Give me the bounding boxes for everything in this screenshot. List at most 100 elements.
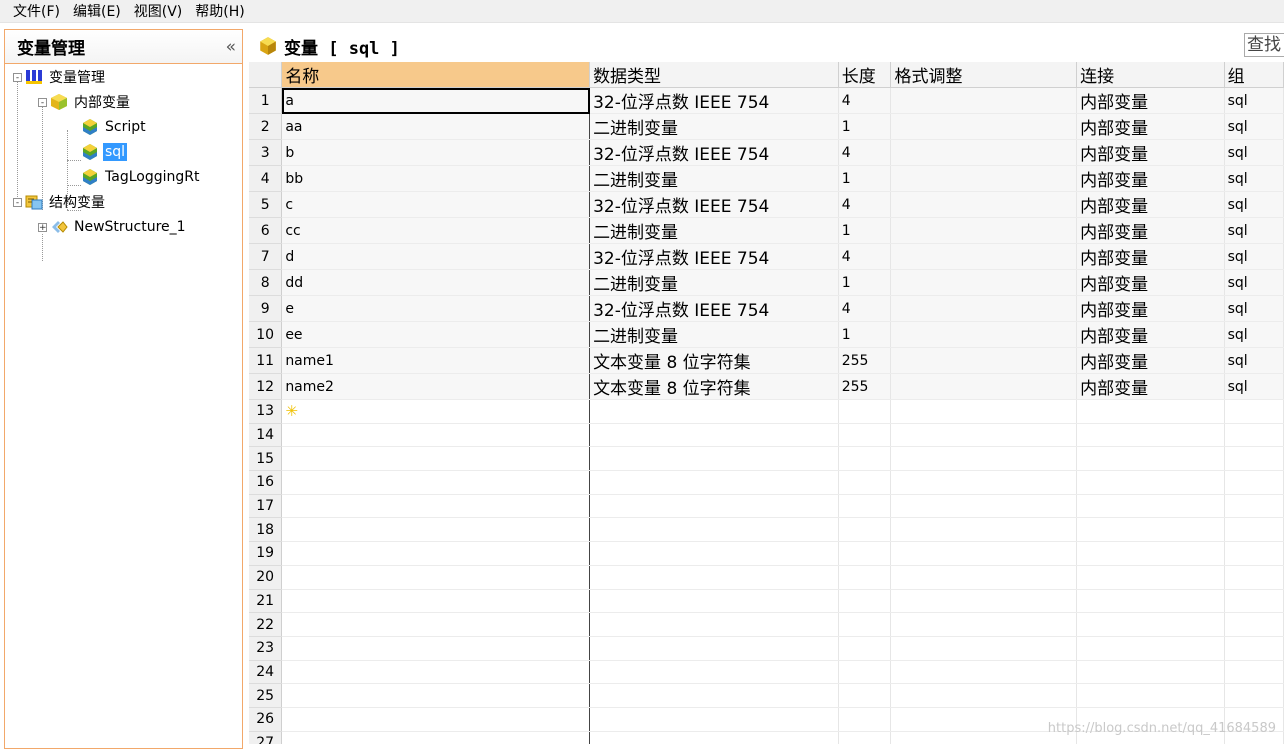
row-number[interactable]: 5 (249, 191, 283, 218)
corner-cell[interactable] (249, 62, 283, 88)
cell-connection[interactable]: 内部变量 (1076, 269, 1225, 296)
empty-cell[interactable] (838, 731, 892, 744)
cell-connection[interactable]: 内部变量 (1076, 87, 1225, 114)
table-row[interactable]: 17 (249, 494, 1284, 519)
row-number[interactable]: 18 (249, 517, 283, 543)
empty-cell[interactable] (1076, 541, 1225, 566)
cell-connection[interactable]: 内部变量 (1076, 217, 1225, 244)
cell-group[interactable]: sql (1224, 113, 1284, 140)
empty-cell[interactable] (281, 494, 591, 519)
table-row[interactable]: 24 (249, 660, 1284, 685)
empty-cell[interactable] (890, 683, 1078, 708)
cell-group[interactable]: sql (1224, 321, 1284, 348)
empty-cell[interactable] (281, 446, 591, 472)
cell-connection[interactable]: 内部变量 (1076, 191, 1225, 218)
cell-format[interactable] (890, 165, 1078, 192)
empty-cell[interactable] (1076, 565, 1225, 590)
empty-cell[interactable] (1224, 541, 1284, 566)
empty-cell[interactable] (281, 541, 591, 566)
empty-cell[interactable] (1076, 470, 1225, 495)
row-number[interactable]: 8 (249, 269, 283, 296)
empty-cell[interactable] (1224, 683, 1284, 708)
tree-item-taglogging[interactable]: TagLoggingRt (81, 166, 201, 188)
collapse-panel-icon[interactable]: « (226, 37, 236, 57)
cell-format[interactable] (890, 113, 1078, 140)
cell-connection[interactable]: 内部变量 (1076, 347, 1225, 374)
collapse-icon[interactable]: - (38, 97, 47, 107)
empty-cell[interactable] (281, 731, 591, 744)
column-header-format[interactable]: 格式调整 (890, 62, 1078, 88)
empty-cell[interactable] (589, 423, 839, 448)
empty-cell[interactable] (838, 470, 892, 495)
empty-cell[interactable] (1076, 494, 1225, 519)
tree-item-internal-tags[interactable]: - 内部变量 (38, 91, 132, 113)
table-row[interactable]: 23 (249, 636, 1284, 661)
tree-item-tag-management[interactable]: - 变量管理 (13, 66, 107, 88)
cell-name[interactable]: a (281, 87, 591, 114)
empty-cell[interactable] (589, 517, 839, 543)
table-row[interactable]: 20 (249, 565, 1284, 590)
empty-cell[interactable] (281, 660, 591, 685)
cell-length[interactable]: 1 (838, 321, 892, 348)
table-row[interactable]: 21 (249, 589, 1284, 614)
cell-datatype[interactable]: 二进制变量 (589, 269, 839, 296)
empty-cell[interactable] (890, 446, 1078, 472)
empty-cell[interactable] (838, 565, 892, 590)
cell-name[interactable]: name1 (281, 347, 591, 374)
cell-name[interactable]: b (281, 139, 591, 166)
empty-cell[interactable] (1076, 423, 1225, 448)
cell-group[interactable]: sql (1224, 165, 1284, 192)
empty-cell[interactable] (890, 612, 1078, 637)
table-row[interactable]: 15 (249, 446, 1284, 472)
cell-connection[interactable]: 内部变量 (1076, 139, 1225, 166)
cell-length[interactable]: 1 (838, 269, 892, 296)
empty-cell[interactable] (838, 446, 892, 472)
empty-cell[interactable] (589, 731, 839, 744)
cell-datatype[interactable]: 文本变量 8 位字符集 (589, 347, 839, 374)
cell-length[interactable]: 4 (838, 87, 892, 114)
empty-cell[interactable] (589, 589, 839, 614)
row-number[interactable]: 3 (249, 139, 283, 166)
table-row[interactable]: 16 (249, 470, 1284, 495)
row-number[interactable]: 23 (249, 636, 283, 661)
cell-format[interactable] (890, 321, 1078, 348)
empty-cell[interactable] (1076, 589, 1225, 614)
cell-connection[interactable]: 内部变量 (1076, 295, 1225, 322)
cell-length[interactable]: 4 (838, 243, 892, 270)
empty-cell[interactable] (589, 612, 839, 637)
menu-view[interactable]: 视图(V) (127, 1, 189, 21)
expand-icon[interactable]: + (38, 222, 47, 232)
cell-group[interactable]: sql (1224, 217, 1284, 244)
table-row[interactable]: 9 e 32-位浮点数 IEEE 754 4 内部变量 sql (249, 295, 1284, 322)
empty-cell[interactable] (281, 565, 591, 590)
table-row[interactable]: 1 a 32-位浮点数 IEEE 754 4 内部变量 sql (249, 87, 1284, 114)
empty-cell[interactable] (1224, 517, 1284, 543)
cell-group[interactable]: sql (1224, 243, 1284, 270)
cell-format[interactable] (890, 295, 1078, 322)
row-number[interactable]: 21 (249, 589, 283, 614)
tree-item-structure-tags[interactable]: - 结构变量 (13, 191, 107, 213)
row-number[interactable]: 2 (249, 113, 283, 140)
empty-cell[interactable] (1224, 636, 1284, 661)
table-row[interactable]: 7 d 32-位浮点数 IEEE 754 4 内部变量 sql (249, 243, 1284, 270)
cell-group[interactable]: sql (1224, 295, 1284, 322)
row-number[interactable]: 9 (249, 295, 283, 322)
cell-length[interactable]: 255 (838, 373, 892, 400)
table-row[interactable]: 10 ee 二进制变量 1 内部变量 sql (249, 321, 1284, 348)
empty-cell[interactable] (281, 470, 591, 495)
cell-length[interactable]: 4 (838, 191, 892, 218)
empty-cell[interactable] (1076, 636, 1225, 661)
empty-cell[interactable] (281, 636, 591, 661)
cell-connection[interactable]: 内部变量 (1076, 165, 1225, 192)
empty-cell[interactable] (838, 494, 892, 519)
cell-length[interactable]: 255 (838, 347, 892, 374)
empty-cell[interactable] (1224, 565, 1284, 590)
cell-datatype[interactable]: 32-位浮点数 IEEE 754 (589, 87, 839, 114)
empty-cell[interactable] (890, 470, 1078, 495)
cell-datatype[interactable]: 文本变量 8 位字符集 (589, 373, 839, 400)
empty-cell[interactable] (1224, 423, 1284, 448)
tree-item-newstructure[interactable]: + NewStructure_1 (38, 216, 188, 238)
empty-cell[interactable] (589, 470, 839, 495)
cell-name[interactable]: name2 (281, 373, 591, 400)
empty-cell[interactable] (281, 612, 591, 637)
